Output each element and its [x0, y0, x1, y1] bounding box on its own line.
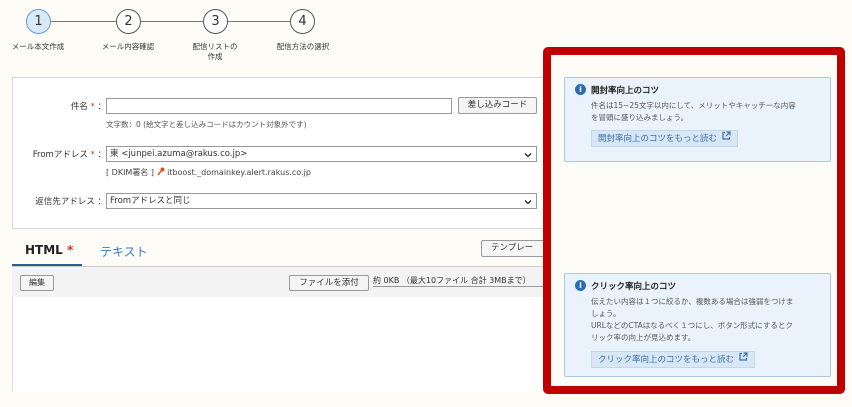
dkim-label: [ DKIM署名 ] [106, 168, 157, 177]
reply-address-select[interactable]: Fromアドレスと同じ [106, 193, 537, 209]
open-rate-tip-body-1: 件名は15~25文字以内にして、メリットやキャッチーな内容 [591, 101, 796, 110]
dkim-info: [ DKIM署名 ] itboost._domainkey.alert.raku… [106, 167, 311, 178]
click-rate-tip-body-3: URLなどのCTAはなるべく１つにし、ボタン形式にするとク [591, 321, 793, 330]
info-icon: i [575, 280, 586, 291]
click-rate-tip-body-1: 伝えたい内容は１つに絞るか、複数ある場合は強弱をつけま [591, 297, 794, 306]
step-4-label: 配信方法の選択 [276, 42, 330, 51]
key-icon [156, 167, 165, 178]
external-link-icon [739, 352, 748, 367]
reply-address-value: Fromアドレスと同じ [110, 196, 191, 206]
subject-label: 件名 * ： [33, 100, 106, 112]
edit-button[interactable]: 編集 [20, 275, 54, 291]
click-rate-tip-link[interactable]: クリック率向上のコツをもっと読む [591, 351, 755, 368]
open-rate-tip-title: 開封率向上のコツ [591, 86, 660, 96]
tips-highlight-frame: i 開封率向上のコツ 件名は15~25文字以内にして、メリットやキャッチーな内容… [543, 47, 845, 394]
dkim-domain: itboost._domainkey.alert.rakus.co.jp [167, 168, 311, 177]
required-mark: * [90, 150, 95, 160]
from-address-select[interactable]: 東 <junpei.azuma@rakus.co.jp> [106, 146, 537, 162]
subject-input[interactable] [106, 98, 452, 114]
chevron-down-icon [524, 197, 532, 211]
from-label: Fromアドレス * ： [13, 148, 106, 160]
info-icon: i [575, 84, 586, 95]
click-rate-tip-body-2: しょう。 [591, 309, 621, 318]
step-1-label: メール本文作成 [11, 42, 65, 51]
chevron-down-icon [524, 150, 532, 164]
tab-text[interactable]: テキスト [100, 243, 148, 260]
click-rate-tip: i クリック率向上のコツ 伝えたい内容は１つに絞るか、複数ある場合は強弱をつけま… [564, 273, 831, 377]
editor-body[interactable] [12, 297, 553, 391]
editor-toolbar: 編集 ファイルを添付 約 0KB （最大10ファイル 合計 3MBまで） [12, 267, 552, 298]
attachment-size-info: 約 0KB （最大10ファイル 合計 3MBまで） [373, 275, 552, 287]
open-rate-tip-link-text: 開封率向上のコツをもっと読む [598, 134, 718, 144]
template-button[interactable]: テンプレー [481, 240, 551, 257]
reply-label: 返信先アドレス ： [13, 195, 106, 207]
open-rate-tip: i 開封率向上のコツ 件名は15~25文字以内にして、メリットやキャッチーな内容… [564, 77, 831, 162]
from-address-value: 東 <junpei.azuma@rakus.co.jp> [110, 149, 248, 159]
tab-html-label: HTML [25, 243, 63, 257]
required-mark: * [67, 243, 74, 257]
click-rate-tip-title: クリック率向上のコツ [591, 282, 677, 292]
from-label-text: Fromアドレス [32, 150, 88, 160]
colon: ： [97, 197, 106, 207]
step-connector [227, 21, 290, 22]
open-rate-tip-body-2: を冒頭に盛り込みましょう。 [591, 113, 689, 122]
subject-char-counter: 文字数：0 (絵文字と差し込みコードはカウント対象外です) [106, 120, 307, 129]
colon: ： [97, 150, 106, 160]
attach-file-button[interactable]: ファイルを添付 [289, 275, 369, 291]
mail-header-form: 件名 * ： 差し込みコード 文字数：0 (絵文字と差し込みコードはカウント対象… [12, 77, 552, 229]
step-connector [49, 21, 116, 22]
insert-code-button[interactable]: 差し込みコード [458, 97, 537, 114]
step-connector [140, 21, 203, 22]
progress-stepper: 1 2 3 4 メール本文作成 メール内容確認 配信リストの 作成 配信方法の選… [0, 0, 560, 70]
colon: ： [97, 102, 106, 112]
subject-label-text: 件名 [70, 102, 88, 112]
external-link-icon [722, 131, 731, 146]
step-2-label: メール内容確認 [101, 42, 155, 51]
step-1-circle: 1 [26, 9, 51, 34]
click-rate-tip-body-4: リック率の向上が見込めます。 [591, 333, 696, 342]
tab-html[interactable]: HTML * [25, 243, 73, 257]
step-4-circle: 4 [290, 9, 315, 34]
reply-label-text: 返信先アドレス [35, 197, 95, 207]
step-2-circle: 2 [116, 9, 141, 34]
click-rate-tip-link-text: クリック率向上のコツをもっと読む [598, 355, 735, 365]
required-mark: * [90, 102, 95, 112]
step-3-circle: 3 [203, 9, 228, 34]
step-3-label: 配信リストの 作成 [192, 42, 238, 61]
open-rate-tip-link[interactable]: 開封率向上のコツをもっと読む [591, 130, 738, 147]
